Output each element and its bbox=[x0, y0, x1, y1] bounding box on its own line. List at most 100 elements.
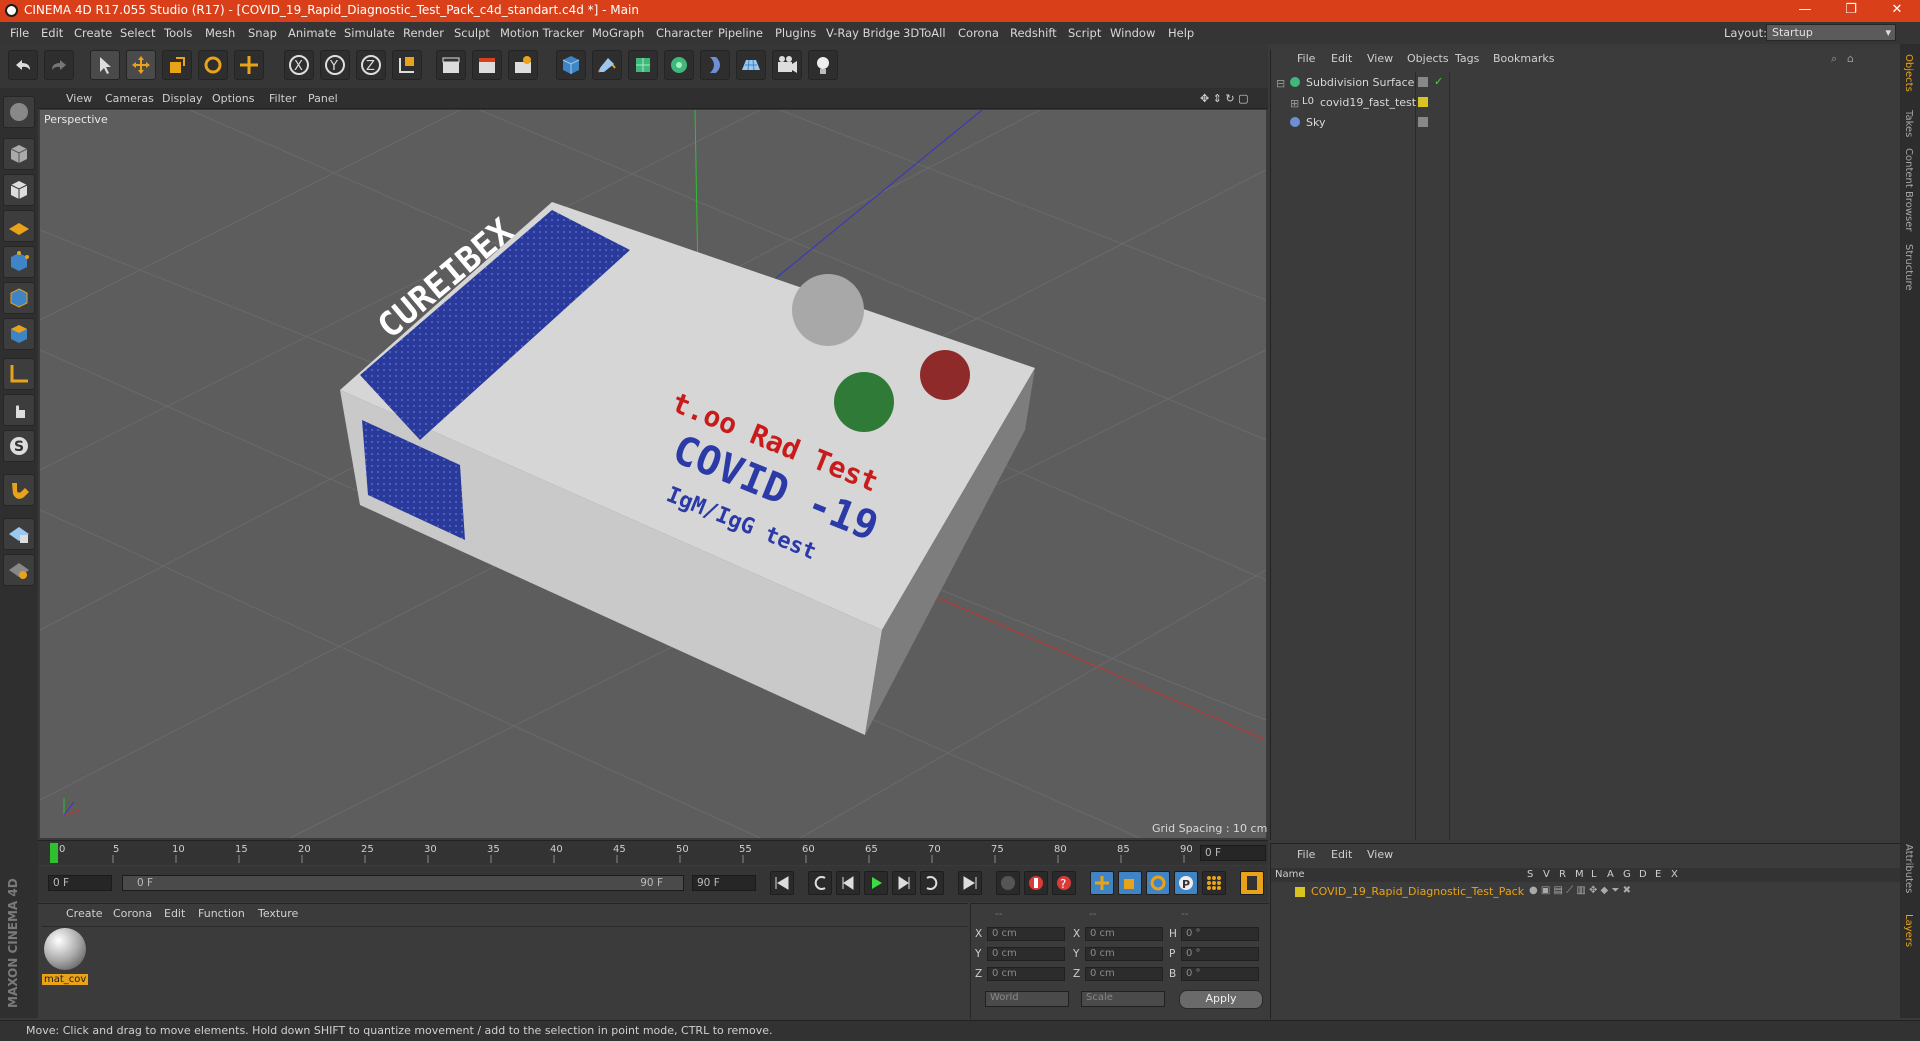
menu-snap[interactable]: Snap bbox=[248, 26, 277, 40]
key-rotation-button[interactable] bbox=[1146, 871, 1170, 895]
coord-size-x-field[interactable]: 0 cm bbox=[1085, 927, 1163, 941]
model-mode-button[interactable] bbox=[3, 138, 35, 170]
material-swatch[interactable]: mat_cov bbox=[42, 928, 89, 992]
scale-tool-button[interactable] bbox=[162, 50, 192, 80]
search-icon[interactable]: ⌕ bbox=[1831, 52, 1837, 66]
layer-color-icon[interactable] bbox=[1418, 97, 1428, 107]
coordinate-space-dropdown[interactable]: World bbox=[985, 991, 1069, 1007]
x-axis-lock-button[interactable]: X bbox=[284, 50, 314, 80]
undo-button[interactable] bbox=[8, 50, 38, 80]
current-frame-field[interactable]: 0 F bbox=[1200, 845, 1266, 861]
timeline-window-button[interactable] bbox=[1240, 871, 1264, 895]
y-axis-lock-button[interactable]: Y bbox=[320, 50, 350, 80]
collapse-icon[interactable]: ⊟ bbox=[1276, 77, 1285, 90]
add-deformer-button[interactable] bbox=[700, 50, 730, 80]
go-to-start-button[interactable] bbox=[770, 871, 794, 895]
coord-rot-p-field[interactable]: 0 ° bbox=[1181, 947, 1259, 961]
next-key-button[interactable] bbox=[920, 871, 944, 895]
workplane-mode-button[interactable] bbox=[3, 210, 35, 242]
menu-mograph[interactable]: MoGraph bbox=[592, 26, 644, 40]
menu-vray-bridge[interactable]: V-Ray Bridge bbox=[826, 26, 900, 40]
apply-button[interactable]: Apply bbox=[1179, 990, 1263, 1009]
move-tool-button[interactable] bbox=[126, 50, 156, 80]
add-mograph-button[interactable] bbox=[664, 50, 694, 80]
menu-script[interactable]: Script bbox=[1068, 26, 1101, 40]
render-view-button[interactable] bbox=[436, 50, 466, 80]
planar-workplane-button[interactable] bbox=[3, 554, 35, 586]
layer-color-icon[interactable] bbox=[1418, 77, 1428, 87]
tab-takes[interactable]: Takes bbox=[1903, 110, 1914, 137]
layer-menu-view[interactable]: View bbox=[1367, 848, 1393, 861]
auto-keying-button[interactable] bbox=[1024, 871, 1048, 895]
layout-dropdown[interactable]: Startup ▾ bbox=[1766, 24, 1896, 41]
coord-pos-z-field[interactable]: 0 cm bbox=[987, 967, 1065, 981]
record-button[interactable] bbox=[996, 871, 1020, 895]
layer-col-m[interactable]: M bbox=[1575, 869, 1584, 880]
rotate-tool-button[interactable] bbox=[198, 50, 228, 80]
layer-col-x[interactable]: X bbox=[1671, 869, 1678, 880]
playhead[interactable] bbox=[50, 843, 58, 863]
minimize-button[interactable]: — bbox=[1782, 0, 1828, 22]
key-pla-button[interactable] bbox=[1202, 871, 1226, 895]
menu-pipeline[interactable]: Pipeline bbox=[718, 26, 763, 40]
timeline-ruler[interactable]: 0 5 10 15 20 25 30 35 40 45 50 55 60 65 … bbox=[38, 840, 1268, 865]
layer-col-l[interactable]: L bbox=[1591, 869, 1597, 880]
go-to-end-button[interactable] bbox=[958, 871, 982, 895]
material-menu-texture[interactable]: Texture bbox=[258, 907, 298, 920]
coord-pos-y-field[interactable]: 0 cm bbox=[987, 947, 1065, 961]
lock-workplane-button[interactable] bbox=[3, 518, 35, 550]
tab-structure[interactable]: Structure bbox=[1903, 244, 1914, 291]
z-axis-lock-button[interactable]: Z bbox=[356, 50, 386, 80]
layer-col-a[interactable]: A bbox=[1607, 869, 1614, 880]
end-frame-field[interactable]: 90 F bbox=[692, 875, 756, 891]
object-menu-edit[interactable]: Edit bbox=[1331, 52, 1352, 65]
menu-corona[interactable]: Corona bbox=[958, 26, 999, 40]
coord-rot-h-field[interactable]: 0 ° bbox=[1181, 927, 1259, 941]
material-menu-create[interactable]: Create bbox=[66, 907, 103, 920]
material-menu-corona[interactable]: Corona bbox=[113, 907, 152, 920]
previous-frame-button[interactable] bbox=[836, 871, 860, 895]
tab-attributes[interactable]: Attributes bbox=[1903, 844, 1914, 893]
render-picture-viewer-button[interactable] bbox=[472, 50, 502, 80]
menu-3dtoall[interactable]: 3DToAll bbox=[903, 26, 946, 40]
previous-key-button[interactable] bbox=[808, 871, 832, 895]
close-button[interactable]: ✕ bbox=[1874, 0, 1920, 22]
menu-file[interactable]: File bbox=[10, 26, 29, 40]
coord-pos-x-field[interactable]: 0 cm bbox=[987, 927, 1065, 941]
coord-size-z-field[interactable]: 0 cm bbox=[1085, 967, 1163, 981]
add-floor-button[interactable] bbox=[736, 50, 766, 80]
menu-window[interactable]: Window bbox=[1110, 26, 1155, 40]
object-row-covid19-fast-test[interactable]: ⊞ L0 covid19_fast_test bbox=[1272, 94, 1900, 112]
menu-select[interactable]: Select bbox=[120, 26, 155, 40]
tab-objects[interactable]: Objects bbox=[1903, 54, 1914, 92]
layer-color-icon[interactable] bbox=[1418, 117, 1428, 127]
add-nurbs-button[interactable] bbox=[628, 50, 658, 80]
redo-button[interactable] bbox=[44, 50, 74, 80]
frame-range-slider[interactable]: 0 F 90 F bbox=[122, 875, 684, 891]
menu-render[interactable]: Render bbox=[403, 26, 444, 40]
home-icon[interactable]: ⌂ bbox=[1847, 52, 1854, 65]
key-position-button[interactable] bbox=[1090, 871, 1114, 895]
menu-animate[interactable]: Animate bbox=[288, 26, 336, 40]
keyframe-selection-button[interactable]: ? bbox=[1052, 871, 1076, 895]
object-menu-file[interactable]: File bbox=[1297, 52, 1315, 65]
restore-button[interactable]: ❐ bbox=[1828, 0, 1874, 22]
object-row-subdivision[interactable]: ⊟ Subdivision Surface ✓ bbox=[1272, 74, 1900, 92]
snap-button[interactable] bbox=[3, 474, 35, 506]
layer-menu-edit[interactable]: Edit bbox=[1331, 848, 1352, 861]
start-frame-field[interactable]: 0 F bbox=[48, 875, 112, 891]
viewport-menu-options[interactable]: Options bbox=[212, 92, 254, 105]
points-mode-button[interactable] bbox=[3, 246, 35, 278]
tab-content-browser[interactable]: Content Browser bbox=[1903, 148, 1914, 231]
viewport-menu-filter[interactable]: Filter bbox=[269, 92, 296, 105]
solo-button[interactable]: S bbox=[3, 430, 35, 462]
viewport-3d[interactable]: t.oo Rad Test COVID -19 IgM/IgG test CUR… bbox=[40, 110, 1266, 838]
coord-size-y-field[interactable]: 0 cm bbox=[1085, 947, 1163, 961]
object-row-sky[interactable]: Sky bbox=[1272, 114, 1900, 132]
menu-edit[interactable]: Edit bbox=[41, 26, 63, 40]
menu-simulate[interactable]: Simulate bbox=[344, 26, 395, 40]
viewport-menu-panel[interactable]: Panel bbox=[308, 92, 338, 105]
menu-create[interactable]: Create bbox=[74, 26, 112, 40]
transform-tool-button[interactable] bbox=[234, 50, 264, 80]
menu-motion-tracker[interactable]: Motion Tracker bbox=[500, 26, 584, 40]
